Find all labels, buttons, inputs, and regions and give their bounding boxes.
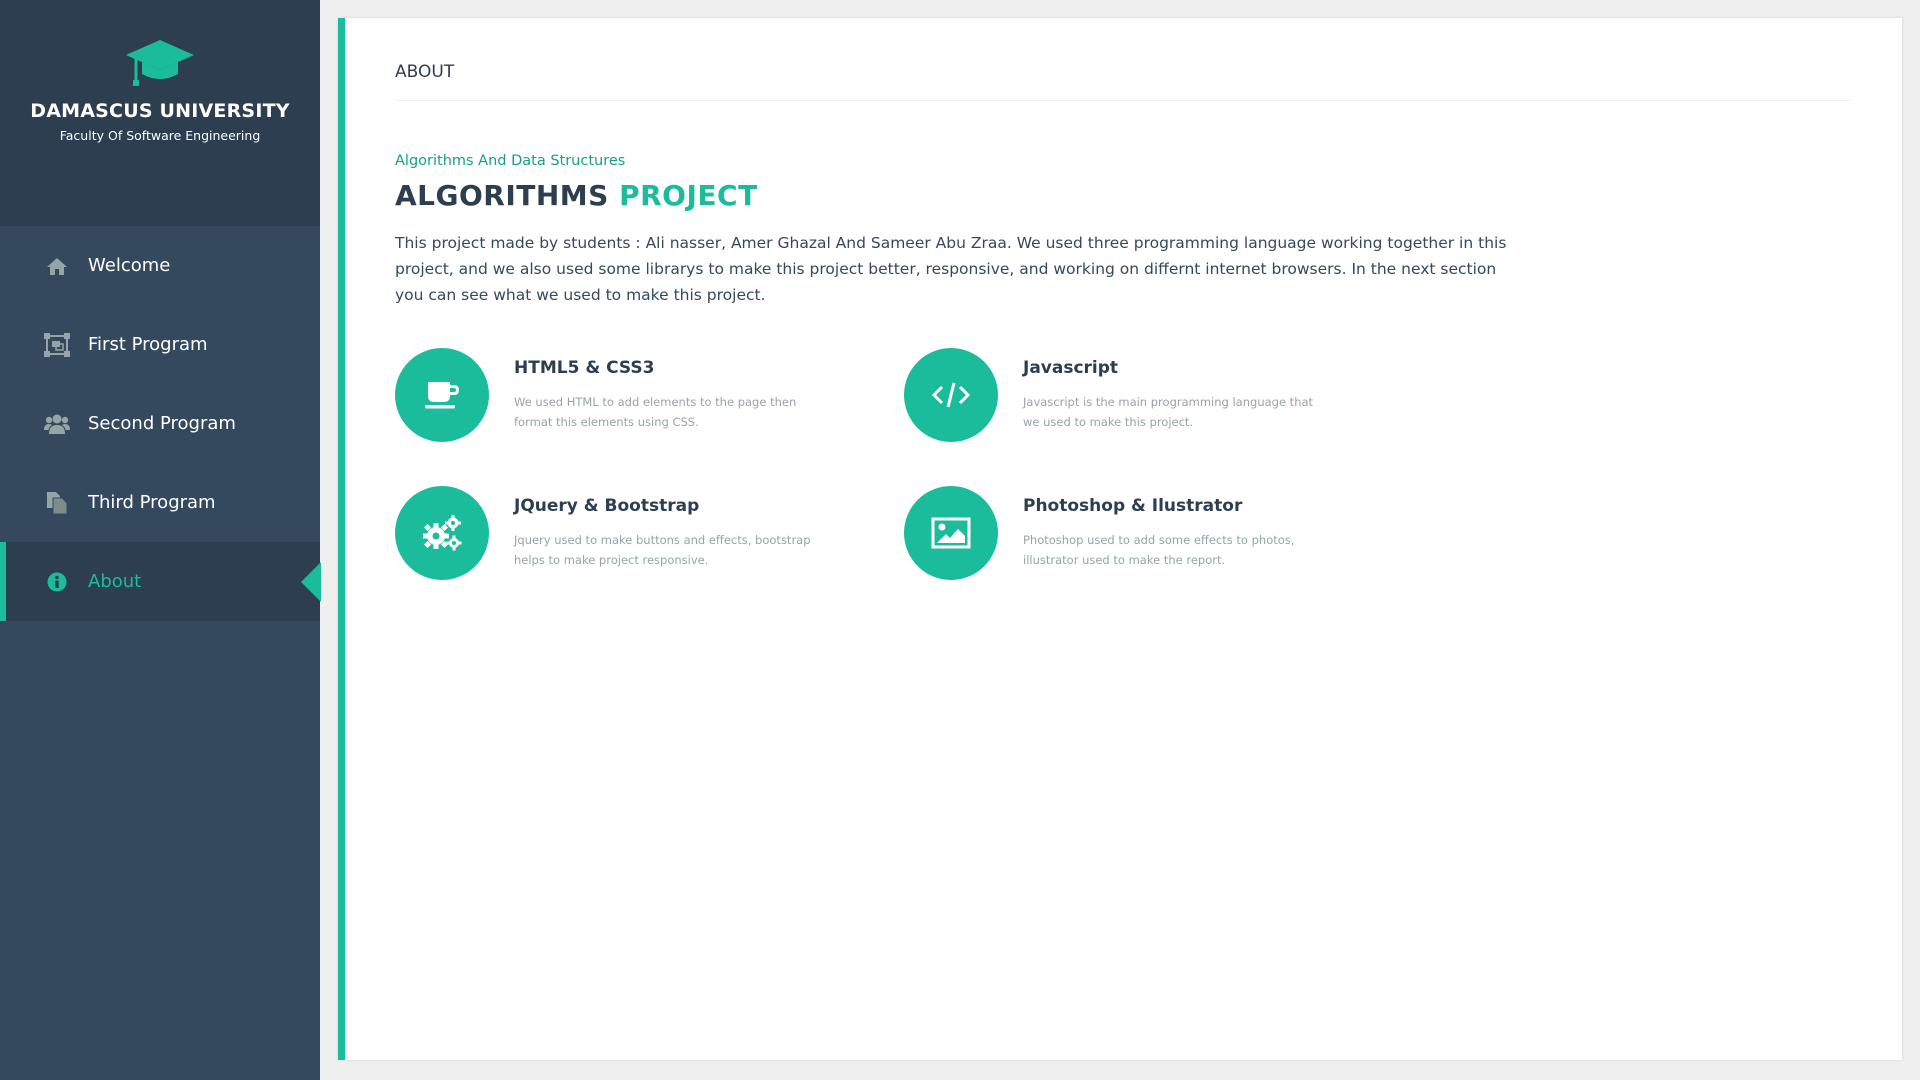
files-icon: [44, 490, 70, 516]
feature-photoshop-illustrator: Photoshop & Ilustrator Photoshop used to…: [904, 486, 1374, 586]
about-content: Algorithms And Data Structures ALGORITHM…: [395, 153, 1515, 308]
users-icon: [44, 411, 70, 437]
sidebar-item-label: Second Program: [88, 413, 236, 434]
project-title-main: ALGORITHMS: [395, 179, 609, 212]
info-circle-icon: [44, 569, 70, 595]
sidebar-item-about[interactable]: About: [0, 542, 321, 621]
sidebar-item-label: About: [88, 571, 142, 592]
sidebar-nav: Welcome First Program Second Program Thi…: [0, 226, 321, 621]
code-icon: [904, 348, 998, 442]
sidebar-item-third-program[interactable]: Third Program: [0, 463, 320, 542]
feature-description: We used HTML to add elements to the page…: [514, 395, 797, 429]
feature-javascript: Javascript Javascript is the main progra…: [904, 348, 1374, 448]
feature-title: JQuery & Bootstrap: [514, 496, 700, 516]
sidebar-item-label: Third Program: [88, 492, 216, 513]
project-subtitle: Algorithms And Data Structures: [395, 153, 626, 169]
feature-title: Javascript: [1023, 358, 1119, 378]
object-group-icon: [44, 332, 70, 358]
sidebar: DAMASCUS UNIVERSITY Faculty Of Software …: [0, 0, 321, 1080]
sidebar-item-second-program[interactable]: Second Program: [0, 384, 320, 463]
coffee-cup-icon: [395, 348, 489, 442]
project-description: This project made by students : Ali nass…: [395, 234, 1507, 304]
feature-title: Photoshop & Ilustrator: [1023, 496, 1243, 516]
brand: DAMASCUS UNIVERSITY Faculty Of Software …: [0, 0, 320, 226]
graduation-cap-icon: [124, 38, 196, 88]
page-title: ABOUT: [395, 62, 1852, 101]
gears-icon: [395, 486, 489, 580]
project-title-accent: PROJECT: [619, 179, 758, 212]
feature-title: HTML5 & CSS3: [514, 358, 655, 378]
sidebar-item-label: First Program: [88, 334, 208, 355]
home-icon: [44, 253, 70, 279]
feature-description: Photoshop used to add some effects to ph…: [1023, 533, 1295, 567]
brand-subtitle: Faculty Of Software Engineering: [59, 128, 261, 143]
sidebar-item-label: Welcome: [88, 255, 171, 276]
feature-html-css: HTML5 & CSS3 We used HTML to add element…: [395, 348, 865, 448]
brand-name: DAMASCUS UNIVERSITY: [30, 100, 290, 122]
sidebar-item-first-program[interactable]: First Program: [0, 305, 320, 384]
feature-description: Jquery used to make buttons and effects,…: [514, 533, 811, 567]
image-icon: [904, 486, 998, 580]
project-title: ALGORITHMS PROJECT: [395, 179, 1515, 212]
feature-description: Javascript is the main programming langu…: [1023, 395, 1314, 429]
feature-jquery-bootstrap: JQuery & Bootstrap Jquery used to make b…: [395, 486, 865, 586]
sidebar-item-welcome[interactable]: Welcome: [0, 226, 320, 305]
about-panel: ABOUT Algorithms And Data Structures ALG…: [338, 18, 1902, 1060]
